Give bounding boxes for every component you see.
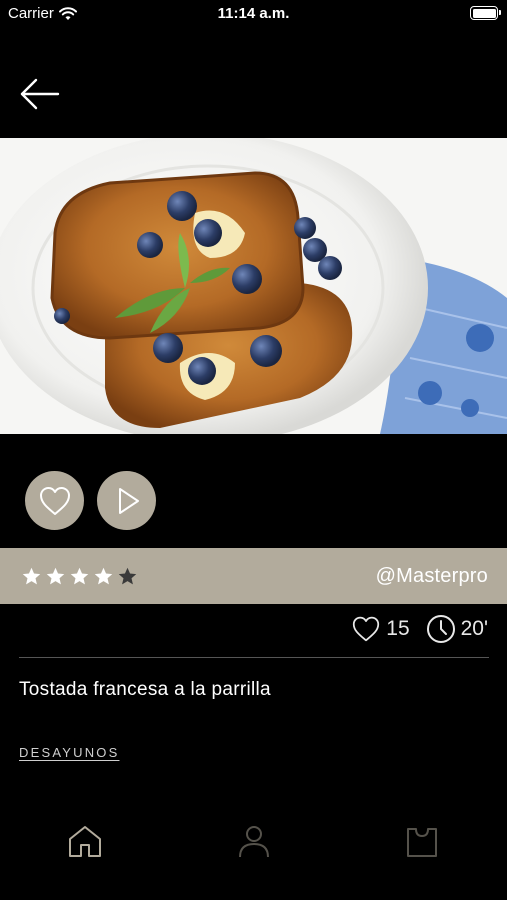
clock-icon (426, 615, 455, 643)
likes-count: 15 (386, 617, 410, 640)
rating-bar: @Masterpro (0, 548, 507, 604)
tab-profile[interactable] (229, 816, 279, 866)
favorite-button[interactable] (25, 471, 84, 530)
heart-icon (39, 486, 70, 515)
likes-stat: 15 (351, 615, 410, 643)
tab-home[interactable] (60, 816, 110, 866)
rating-stars (21, 566, 138, 587)
category-link[interactable]: DESAYUNOS (19, 745, 119, 760)
time-stat: 20' (426, 614, 488, 644)
user-icon (239, 826, 269, 858)
recipe-actions (25, 471, 156, 530)
star-filled-icon (22, 567, 41, 584)
star-filled-icon (46, 567, 65, 584)
heart-icon (353, 616, 380, 642)
shopping-bag-icon (407, 828, 437, 857)
star-filled-icon (94, 567, 113, 584)
arrow-left-icon (20, 78, 60, 110)
home-icon (69, 826, 101, 857)
tab-bar (0, 816, 507, 868)
recipe-title: Tostada francesa a la parrilla (19, 679, 271, 700)
status-time: 11:14 a.m. (217, 5, 290, 22)
star-empty-icon (118, 567, 137, 584)
recipe-stats: 15 20' (351, 614, 488, 644)
divider (19, 657, 489, 658)
recipe-image (0, 138, 507, 434)
tab-shopping[interactable] (397, 816, 447, 866)
play-icon (118, 487, 139, 514)
cook-time: 20' (460, 617, 488, 640)
star-filled-icon (70, 567, 89, 584)
play-button[interactable] (97, 471, 156, 530)
back-button[interactable] (18, 74, 62, 114)
status-bar: Carrier 11:14 a.m. (0, 0, 507, 28)
author-handle[interactable]: @Masterpro (376, 565, 488, 588)
battery-icon (470, 6, 501, 20)
